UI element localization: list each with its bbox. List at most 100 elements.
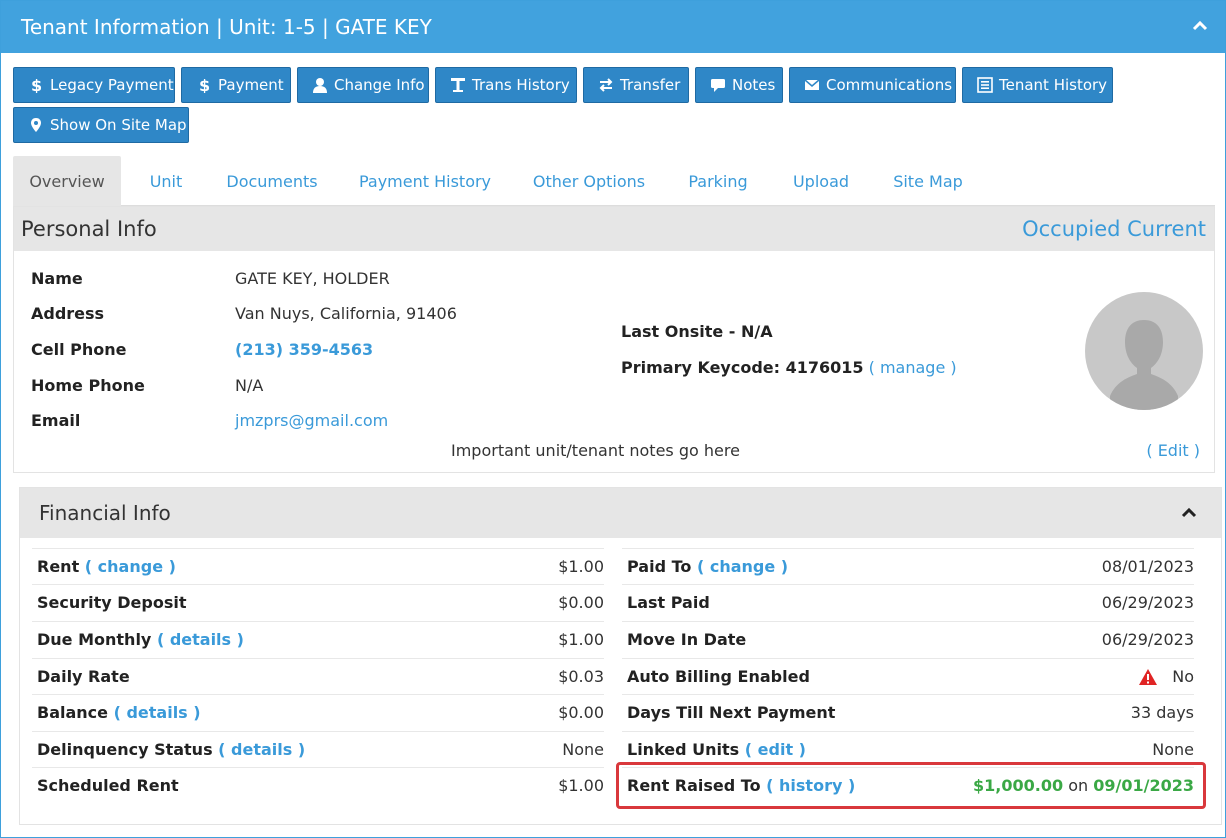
fin-row-days-till-next-payment: Days Till Next Payment 33 days (622, 694, 1194, 730)
fin-row-paid-to: Paid To ( change ) 08/01/2023 (622, 548, 1194, 584)
page-title: Tenant Information | Unit: 1-5 | GATE KE… (21, 15, 432, 39)
linked-units-label: Linked Units (627, 740, 740, 759)
personal-info-header: Personal Info Occupied Current (14, 207, 1214, 251)
scheduled-rent-value: $1.00 (558, 776, 604, 795)
user-silhouette-icon (1110, 320, 1178, 410)
financial-info-title: Financial Info (39, 501, 171, 525)
address-value: Van Nuys, California, 91406 (235, 304, 457, 323)
tab-other-options[interactable]: Other Options (519, 156, 659, 206)
fin-row-due-monthly: Due Monthly ( details ) $1.00 (32, 621, 604, 657)
tab-unit[interactable]: Unit (135, 156, 197, 206)
delinquency-details-link[interactable]: ( details ) (218, 740, 305, 759)
financial-info-section: Financial Info Rent ( change ) $1.00 Sec… (19, 487, 1222, 825)
svg-text:$: $ (31, 77, 42, 93)
panel-header: Tenant Information | Unit: 1-5 | GATE KE… (1, 1, 1225, 53)
legacy-payment-label: Legacy Payment (50, 76, 174, 94)
move-in-date-value: 06/29/2023 (1101, 630, 1194, 649)
auto-billing-label: Auto Billing Enabled (627, 667, 810, 686)
comment-icon (710, 77, 726, 93)
last-paid-label: Last Paid (627, 593, 710, 612)
personal-info-section: Personal Info Occupied Current Name GATE… (13, 206, 1215, 473)
paid-to-label: Paid To (627, 557, 692, 576)
days-till-next-payment-value: 33 days (1130, 703, 1194, 722)
fin-row-balance: Balance ( details ) $0.00 (32, 694, 604, 730)
name-label: Name (31, 269, 83, 288)
due-monthly-value: $1.00 (558, 630, 604, 649)
map-marker-icon (28, 117, 44, 133)
fin-row-last-paid: Last Paid 06/29/2023 (622, 584, 1194, 620)
user-icon (312, 77, 328, 93)
tab-upload[interactable]: Upload (779, 156, 863, 206)
communications-button[interactable]: Communications (789, 67, 956, 103)
change-info-button[interactable]: Change Info (297, 67, 429, 103)
notes-button[interactable]: Notes (695, 67, 783, 103)
tab-site-map[interactable]: Site Map (879, 156, 977, 206)
trans-history-label: Trans History (472, 76, 570, 94)
security-deposit-value: $0.00 (558, 593, 604, 612)
last-paid-value: 06/29/2023 (1101, 593, 1194, 612)
scheduled-rent-label: Scheduled Rent (37, 776, 179, 795)
auto-billing-value-wrap: No (1138, 667, 1194, 686)
paid-to-change-link[interactable]: ( change ) (697, 557, 788, 576)
linked-units-value: None (1152, 740, 1194, 759)
days-till-next-payment-label: Days Till Next Payment (627, 703, 836, 722)
payment-button[interactable]: $ Payment (181, 67, 291, 103)
financial-info-header: Financial Info (20, 488, 1221, 538)
move-in-date-label: Move In Date (627, 630, 747, 649)
communications-label: Communications (826, 76, 953, 94)
tab-bar: Overview Unit Documents Payment History … (13, 156, 1215, 206)
daily-rate-value: $0.03 (558, 667, 604, 686)
personal-info-title: Personal Info (21, 217, 157, 241)
dollar-icon: $ (196, 77, 212, 93)
envelope-icon (804, 77, 820, 93)
fin-row-security-deposit: Security Deposit $0.00 (32, 584, 604, 620)
rent-change-link[interactable]: ( change ) (85, 557, 176, 576)
legacy-payment-button[interactable]: $ Legacy Payment (13, 67, 175, 103)
transfer-label: Transfer (620, 76, 681, 94)
fin-row-delinquency-status: Delinquency Status ( details ) None (32, 731, 604, 767)
email-link[interactable]: jmzprs@gmail.com (235, 411, 388, 430)
manage-keycode-link[interactable]: ( manage ) (869, 358, 957, 377)
rent-raised-highlight-box (616, 762, 1206, 809)
notes-label: Notes (732, 76, 776, 94)
auto-billing-value: No (1172, 667, 1194, 686)
tab-documents[interactable]: Documents (213, 156, 331, 206)
fin-row-auto-billing: Auto Billing Enabled No (622, 658, 1194, 694)
fin-row-daily-rate: Daily Rate $0.03 (32, 658, 604, 694)
balance-label: Balance (37, 703, 108, 722)
edit-notes-link[interactable]: ( Edit ) (1146, 441, 1200, 460)
cell-phone-link[interactable]: (213) 359-4563 (235, 340, 373, 359)
tab-parking[interactable]: Parking (675, 156, 761, 206)
dollar-icon: $ (28, 77, 44, 93)
text-icon (450, 77, 466, 93)
last-onsite: Last Onsite - N/A (621, 322, 773, 341)
due-monthly-details-link[interactable]: ( details ) (157, 630, 244, 649)
occupancy-status: Occupied Current (1022, 217, 1206, 241)
tenant-history-button[interactable]: Tenant History (962, 67, 1113, 103)
collapse-chevron-icon[interactable] (1189, 15, 1211, 37)
collapse-chevron-icon[interactable] (1179, 503, 1199, 523)
address-label: Address (31, 304, 105, 323)
tab-overview[interactable]: Overview (13, 156, 121, 206)
balance-value: $0.00 (558, 703, 604, 722)
tab-payment-history[interactable]: Payment History (347, 156, 503, 206)
fin-row-move-in-date: Move In Date 06/29/2023 (622, 621, 1194, 657)
rent-label: Rent (37, 557, 80, 576)
balance-details-link[interactable]: ( details ) (114, 703, 201, 722)
due-monthly-label: Due Monthly (37, 630, 152, 649)
trans-history-button[interactable]: Trans History (435, 67, 577, 103)
primary-keycode-row: Primary Keycode: 4176015 ( manage ) (621, 358, 957, 377)
warning-icon (1138, 668, 1158, 686)
svg-text:$: $ (199, 77, 210, 93)
security-deposit-label: Security Deposit (37, 593, 187, 612)
primary-keycode: Primary Keycode: 4176015 (621, 358, 864, 377)
cell-phone-label: Cell Phone (31, 340, 127, 359)
daily-rate-label: Daily Rate (37, 667, 130, 686)
transfer-arrows-icon (598, 77, 614, 93)
show-on-site-map-button[interactable]: Show On Site Map (13, 107, 189, 143)
tenant-notes: Important unit/tenant notes go here (451, 441, 740, 460)
linked-units-edit-link[interactable]: ( edit ) (745, 740, 806, 759)
transfer-button[interactable]: Transfer (583, 67, 689, 103)
fin-row-scheduled-rent: Scheduled Rent $1.00 (32, 767, 604, 803)
rent-value: $1.00 (558, 557, 604, 576)
